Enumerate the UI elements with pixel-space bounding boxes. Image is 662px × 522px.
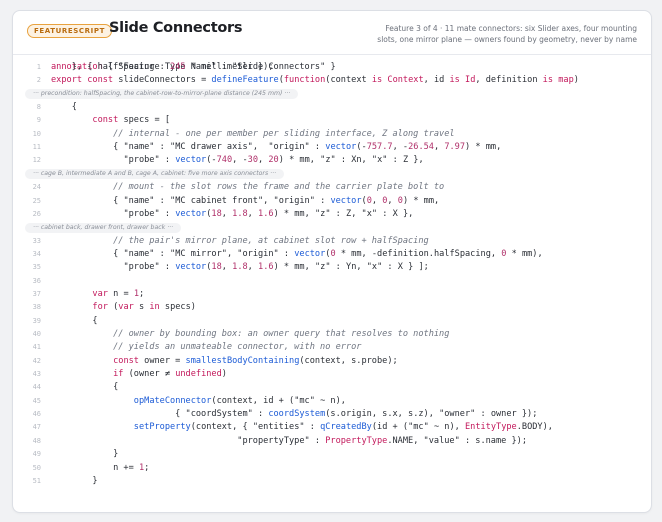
code-text: { "coordSystem" : coordSystem(s.origin, … bbox=[51, 409, 538, 420]
code-line[interactable]: 49 } bbox=[13, 448, 651, 461]
line-number: 39 bbox=[32, 316, 41, 325]
code-text: const owner = smallestBodyContaining(con… bbox=[113, 355, 398, 366]
page-subtitle: Feature 3 of 4 · 11 mate connectors: six… bbox=[377, 23, 637, 45]
code-line[interactable]: 11 { "name" : "MC drawer axis", "origin"… bbox=[13, 141, 651, 154]
code-text: "probe" : vector(18, 1.8, 1.6) * mm, "z"… bbox=[123, 208, 414, 219]
line-number: 34 bbox=[32, 249, 41, 258]
line-number: 9 bbox=[36, 116, 41, 125]
line-number: 10 bbox=[32, 129, 41, 138]
code-text: setProperty(context, { "entities" : qCre… bbox=[133, 422, 553, 433]
line-number: 25 bbox=[32, 196, 41, 205]
code-text: } bbox=[51, 475, 98, 486]
line-number: 51 bbox=[32, 476, 41, 485]
line-number: 49 bbox=[32, 450, 41, 459]
line-number: 44 bbox=[32, 383, 41, 392]
line-number: 37 bbox=[32, 289, 41, 298]
line-number: 33 bbox=[32, 236, 41, 245]
code-line[interactable]: 47 setProperty(context, { "entities" : q… bbox=[13, 421, 651, 434]
line-number: 47 bbox=[32, 423, 41, 432]
code-line[interactable]: 24 // mount - the slot rows the frame an… bbox=[13, 181, 651, 194]
folded-region-marker[interactable]: ··· cage B, intermediate A and B, cage A… bbox=[25, 169, 285, 180]
code-text: // internal - one per member per sliding… bbox=[113, 128, 455, 139]
code-text: { "name" : "MC drawer axis", "origin" : … bbox=[51, 142, 502, 153]
code-line[interactable]: 10 // internal - one per member per slid… bbox=[13, 128, 651, 141]
code-line[interactable]: 38 for (var s in specs) bbox=[13, 301, 651, 314]
line-number: 41 bbox=[32, 343, 41, 352]
code-line[interactable]: 50 n += 1; bbox=[13, 462, 651, 475]
line-number: 43 bbox=[32, 370, 41, 379]
page-title: Slide Connectors bbox=[109, 20, 243, 36]
line-number: 12 bbox=[32, 156, 41, 165]
code-text: const specs = [ bbox=[92, 115, 171, 126]
code-text: n += 1; bbox=[51, 462, 150, 473]
code-text: if (owner ≠ undefined) bbox=[113, 369, 227, 380]
code-line[interactable]: 41 // yields an unmateable connector, wi… bbox=[13, 341, 651, 354]
code-text: { bbox=[51, 315, 98, 326]
line-number: 42 bbox=[32, 356, 41, 365]
code-text: { bbox=[51, 102, 77, 113]
line-number: 35 bbox=[32, 263, 41, 272]
code-text: { bbox=[51, 382, 119, 393]
code-line[interactable]: 35 "probe" : vector(18, 1.8, 1.6) * mm, … bbox=[13, 261, 651, 274]
code-text: { "name" : "MC cabinet front", "origin" … bbox=[51, 195, 440, 206]
code-line[interactable]: 2 export const slideConnectors = defineFe… bbox=[13, 74, 651, 87]
code-text: opMateConnector(context, id + ("mc" ~ n)… bbox=[133, 395, 346, 406]
line-number: 2 bbox=[36, 76, 41, 85]
code-line[interactable]: 39 { bbox=[13, 315, 651, 328]
line-number: 8 bbox=[36, 103, 41, 112]
code-line[interactable]: 45 opMateConnector(context, id + ("mc" ~… bbox=[13, 395, 651, 408]
code-line[interactable]: 26 "probe" : vector(18, 1.8, 1.6) * mm, … bbox=[13, 208, 651, 221]
code-text: // the pair's mirror plane, at cabinet s… bbox=[113, 235, 429, 246]
code-line[interactable]: 25 { "name" : "MC cabinet front", "origi… bbox=[13, 195, 651, 208]
language-badge: FEATURESCRIPT bbox=[27, 24, 112, 38]
code-text: // owner by bounding box: an owner query… bbox=[113, 329, 450, 339]
line-number: 24 bbox=[32, 183, 41, 192]
code-text: var n = 1; bbox=[92, 288, 145, 299]
code-line[interactable]: 51 } bbox=[13, 475, 651, 488]
line-number: 38 bbox=[32, 303, 41, 312]
line-number: 40 bbox=[32, 330, 41, 338]
code-line[interactable]: 8 { bbox=[13, 101, 651, 114]
code-text: "probe" : vector(-740, -30, 20) * mm, "z… bbox=[123, 155, 424, 166]
code-line[interactable]: 9 const specs = [ bbox=[13, 114, 651, 127]
code-line[interactable]: 44 { bbox=[13, 381, 651, 394]
code-text: export const slideConnectors = defineFea… bbox=[51, 75, 579, 86]
code-line[interactable]: 37 var n = 1; bbox=[13, 288, 651, 301]
code-text: { "name" : "MC mirror", "origin" : vecto… bbox=[51, 248, 543, 259]
editor-card: FEATURESCRIPT Slide Connectors Feature 3… bbox=[12, 10, 652, 513]
code-line[interactable]: 40 // owner by bounding box: an owner qu… bbox=[13, 328, 651, 341]
line-number: 26 bbox=[32, 209, 41, 218]
code-line[interactable]: 34 { "name" : "MC mirror", "origin" : ve… bbox=[13, 248, 651, 261]
line-number: 45 bbox=[32, 396, 41, 405]
line-number: 48 bbox=[32, 436, 41, 445]
code-line[interactable]: 12 "probe" : vector(-740, -30, 20) * mm,… bbox=[13, 154, 651, 167]
code-line[interactable]: 33 // the pair's mirror plane, at cabine… bbox=[13, 235, 651, 248]
line-number: 46 bbox=[32, 410, 41, 419]
code-text: } bbox=[51, 449, 119, 460]
code-text: // yields an unmateable connector, with … bbox=[113, 342, 362, 353]
line-number: 11 bbox=[32, 143, 41, 152]
code-text: for (var s in specs) bbox=[92, 302, 196, 313]
folded-region-marker[interactable]: ··· precondition: halfSpacing, the cabin… bbox=[25, 89, 299, 100]
folded-region-marker[interactable]: ··· cabinet back, drawer front, drawer b… bbox=[25, 222, 182, 233]
subtitle-line: Feature 3 of 4 · 11 mate connectors: six… bbox=[385, 24, 637, 33]
code-text: }, { halfSpacing : 245 * millimeter }); bbox=[51, 62, 274, 72]
code-text: "probe" : vector(18, 1.8, 1.6) * mm, "z"… bbox=[123, 262, 429, 273]
line-number: 36 bbox=[32, 276, 41, 285]
code-text: "propertyType" : PropertyType.NAME, "val… bbox=[237, 435, 528, 446]
code-line[interactable]: 42 const owner = smallestBodyContaining(… bbox=[13, 355, 651, 368]
code-line[interactable]: 48 "propertyType" : PropertyType.NAME, "… bbox=[13, 435, 651, 448]
code-line[interactable]: 46 { "coordSystem" : coordSystem(s.origi… bbox=[13, 408, 651, 421]
line-number: 50 bbox=[32, 463, 41, 472]
code-text: // mount - the slot rows the frame and t… bbox=[113, 182, 445, 193]
code-line[interactable]: 43 if (owner ≠ undefined) bbox=[13, 368, 651, 381]
code-line[interactable]: }, { halfSpacing : 245 * millimeter }); bbox=[13, 61, 651, 74]
subtitle-line: slots, one mirror plane — owners found b… bbox=[377, 35, 637, 44]
editor-header: FEATURESCRIPT Slide Connectors Feature 3… bbox=[13, 11, 651, 55]
code-line[interactable]: 36 bbox=[13, 275, 651, 288]
